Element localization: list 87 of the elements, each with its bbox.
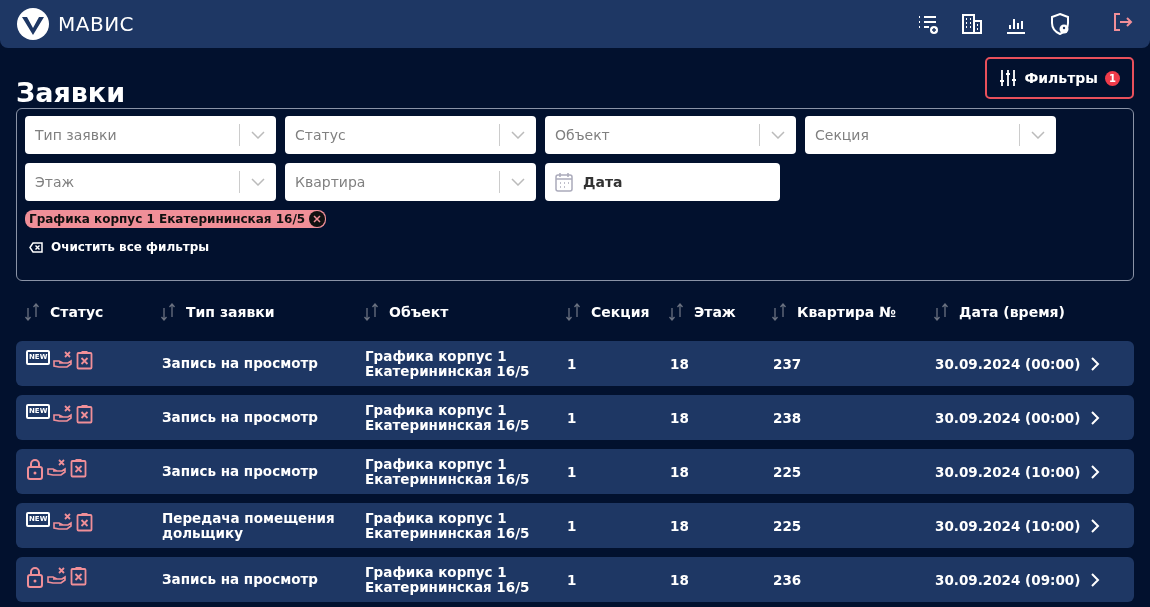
chevron-right-icon[interactable] <box>1090 464 1100 479</box>
table-cell-text: Запись на просмотр <box>162 410 319 425</box>
clipboard-cross-icon <box>70 566 87 586</box>
column-header[interactable]: Этаж <box>694 304 736 320</box>
hand-cross-icon <box>47 566 67 586</box>
clipboard-cross-icon <box>76 512 94 532</box>
chevron-right-icon[interactable] <box>1090 410 1100 425</box>
logo-icon <box>16 7 50 41</box>
filter-count-badge: 1 <box>1105 70 1120 86</box>
chevron-right-icon[interactable] <box>1090 518 1100 533</box>
chevron-down-icon <box>1031 131 1045 139</box>
table-cell-text: Графика корпус 1 Екатерининская 16/5 <box>365 349 531 378</box>
table-row[interactable]: Запись на просмотр Графика корпус 1 Екатерининская 16/5 1 18 225 30.09.2024 (10:00) <box>16 449 1134 494</box>
filter-chip: Графика корпус 1 Екатерининская 16/5 <box>25 210 327 228</box>
table-cell-text: 30.09.2024 (10:00) <box>935 463 1082 480</box>
table-cell-text: Передача помещения дольщику <box>162 511 336 540</box>
select-field[interactable]: Объект <box>545 116 796 154</box>
sort-icon[interactable] <box>363 303 379 321</box>
table-row[interactable]: Запись на просмотр Графика корпус 1 Екатерининская 16/5 1 18 236 30.09.2024 (09:00) <box>16 557 1134 602</box>
page-title: Заявки <box>16 77 126 108</box>
table-cell-text: Графика корпус 1 Екатерининская 16/5 <box>365 511 531 540</box>
table-cell-text: 18 <box>670 571 690 588</box>
table-cell-text: 237 <box>773 355 803 372</box>
table-cell-text: 30.09.2024 (00:00) <box>935 409 1082 426</box>
remove-icon[interactable] <box>309 211 326 227</box>
hand-cross-icon <box>53 350 74 370</box>
table-cell-text: Запись на просмотр <box>162 572 319 587</box>
column-header[interactable]: Квартира № <box>797 304 896 320</box>
column-header[interactable]: Статус <box>50 304 104 320</box>
table-cell-text: 1 <box>567 571 578 588</box>
table-cell-text: Графика корпус 1 Екатерининская 16/5 <box>365 565 531 594</box>
chevron-right-icon[interactable] <box>1090 356 1100 371</box>
sort-icon[interactable] <box>24 303 40 321</box>
table-cell-text: Запись на просмотр <box>162 356 319 371</box>
table-cell-text: 236 <box>773 571 803 588</box>
clipboard-cross-icon <box>70 458 87 478</box>
select-field[interactable]: Статус <box>285 116 536 154</box>
sort-icon[interactable] <box>771 303 787 321</box>
table-cell-text: 238 <box>773 409 803 426</box>
sort-icon[interactable] <box>160 303 176 321</box>
select-field[interactable]: Тип заявки <box>25 116 276 154</box>
select-field[interactable]: Секция <box>805 116 1056 154</box>
table-cell-text: 1 <box>567 463 578 480</box>
table-cell-text: 1 <box>567 517 578 534</box>
table-cell-text: 18 <box>670 409 690 426</box>
table-cell-text: 30.09.2024 (00:00) <box>935 355 1082 372</box>
table-cell-text: 225 <box>773 463 803 480</box>
sort-icon[interactable] <box>668 303 684 321</box>
select-field[interactable]: Квартира <box>285 163 536 201</box>
clipboard-cross-icon <box>76 350 94 370</box>
calendar-icon <box>555 172 573 192</box>
table-cell-text: 1 <box>567 409 578 426</box>
sort-icon[interactable] <box>565 303 581 321</box>
table-cell-text: 18 <box>670 463 690 480</box>
table-cell-text: Запись на просмотр <box>162 464 319 479</box>
column-header[interactable]: Объект <box>389 304 449 320</box>
table-cell-text: 30.09.2024 (09:00) <box>935 571 1082 588</box>
chevron-down-icon <box>511 131 525 139</box>
shield-user-icon[interactable] <box>1048 12 1072 36</box>
table-cell-text: 18 <box>670 517 690 534</box>
clear-filters-button[interactable]: Очистить все фильтры <box>25 240 214 254</box>
column-header[interactable]: Тип заявки <box>186 304 275 320</box>
hand-cross-icon <box>47 458 67 478</box>
brand-name: МАВИС <box>58 12 135 36</box>
column-header[interactable]: Дата (время) <box>959 304 1065 320</box>
chevron-down-icon <box>771 131 785 139</box>
chevron-right-icon[interactable] <box>1090 572 1100 587</box>
chevron-down-icon <box>251 178 265 186</box>
table-cell-text: 1 <box>567 355 578 372</box>
clipboard-cross-icon <box>76 404 94 424</box>
sort-icon[interactable] <box>933 303 949 321</box>
column-header[interactable]: Секция <box>591 304 650 320</box>
chevron-down-icon <box>511 178 525 186</box>
table-cell-text: 30.09.2024 (10:00) <box>935 517 1082 534</box>
chevron-down-icon <box>251 131 265 139</box>
hand-cross-icon <box>53 512 74 532</box>
select-field[interactable]: Этаж <box>25 163 276 201</box>
table-cell-text: 225 <box>773 517 803 534</box>
table-cell-text: Графика корпус 1 Екатерининская 16/5 <box>365 457 531 486</box>
table-cell-text: Графика корпус 1 Екатерининская 16/5 <box>365 403 531 432</box>
sliders-icon <box>999 69 1018 87</box>
table-cell-text: 18 <box>670 355 690 372</box>
backspace-icon <box>29 241 43 253</box>
filters-button[interactable]: Фильтры 1 <box>985 57 1134 99</box>
building-icon[interactable] <box>960 12 984 36</box>
date-field[interactable]: Дата <box>545 163 780 201</box>
hand-cross-icon <box>53 404 74 424</box>
